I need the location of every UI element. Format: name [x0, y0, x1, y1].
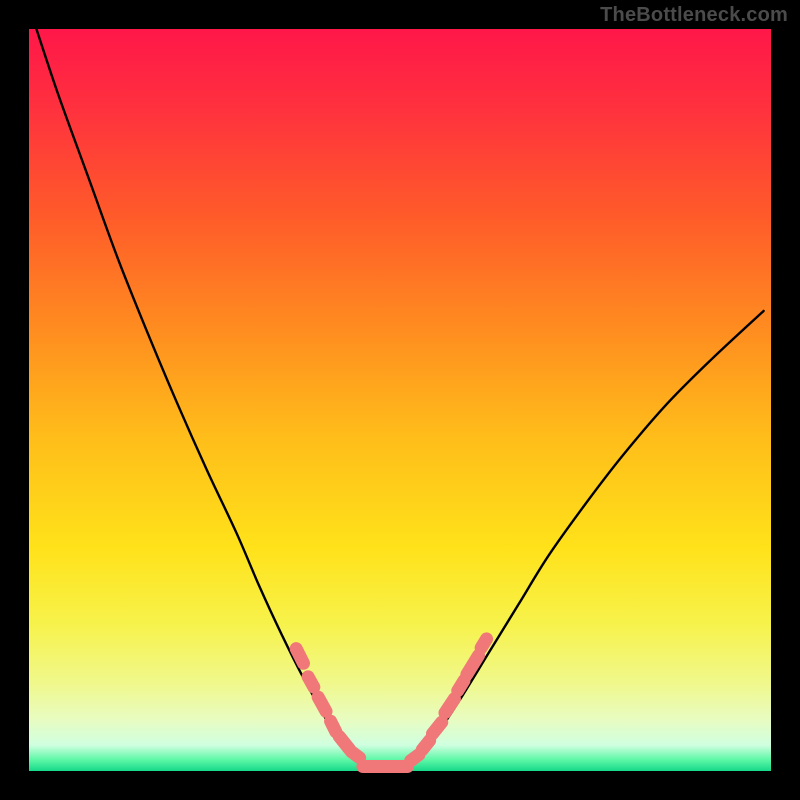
curve-marker — [481, 639, 486, 648]
watermark-label: TheBottleneck.com — [600, 4, 788, 27]
curve-marker — [411, 755, 419, 761]
chart-container: TheBottleneck.com — [0, 0, 800, 800]
plot-background — [29, 29, 771, 771]
curve-marker — [458, 681, 464, 691]
curve-marker — [422, 740, 429, 749]
curve-marker — [296, 649, 303, 664]
curve-marker — [432, 722, 441, 734]
bottleneck-chart — [0, 0, 800, 800]
curve-marker — [351, 752, 359, 758]
curve-marker — [445, 699, 454, 713]
curve-marker — [308, 677, 314, 687]
curve-marker — [318, 697, 326, 711]
curve-marker — [331, 721, 336, 732]
